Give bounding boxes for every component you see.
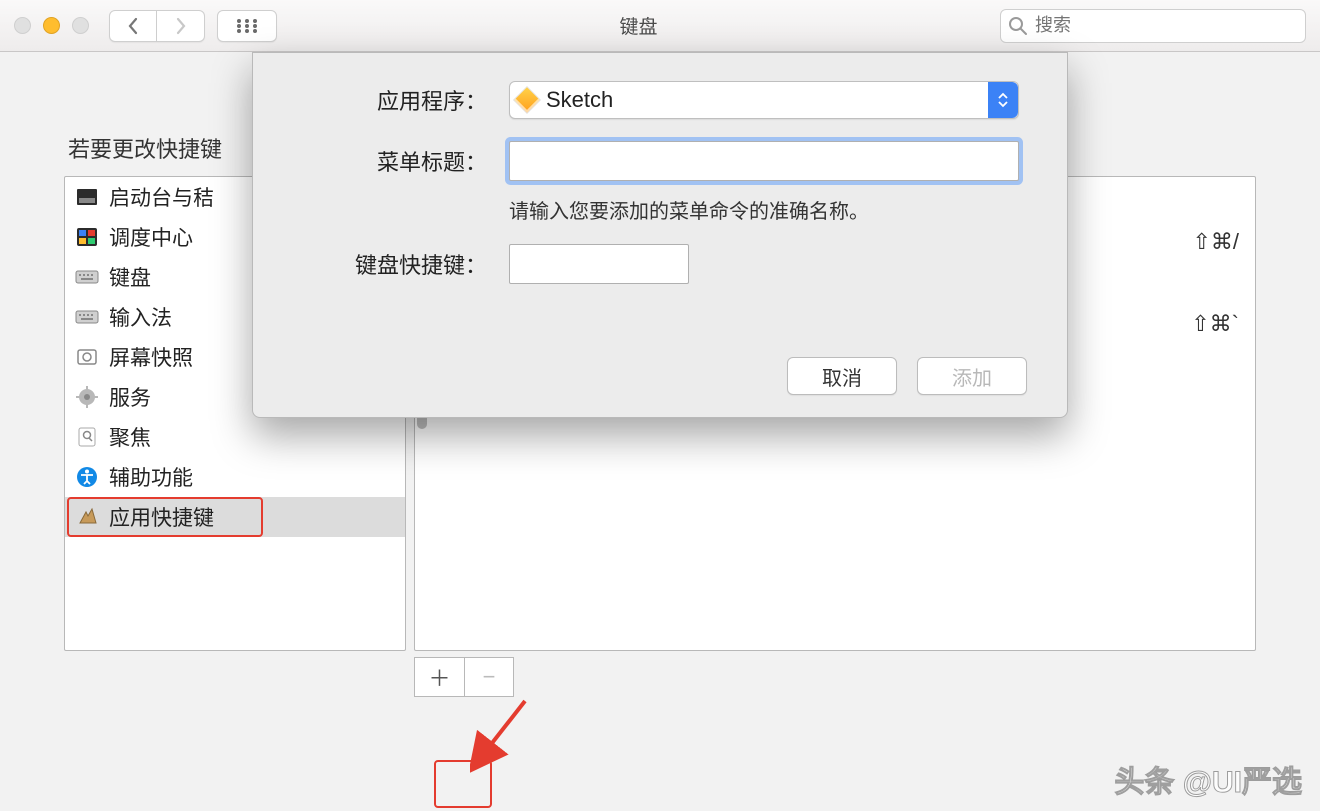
search-input[interactable] (1000, 9, 1306, 43)
input-method-icon (75, 305, 99, 329)
spotlight-icon (75, 425, 99, 449)
sketch-icon (514, 87, 539, 112)
shortcut-value: ⇧⌘/ (1192, 229, 1239, 255)
sidebar-item-label: 服务 (109, 382, 151, 412)
accessibility-icon (75, 465, 99, 489)
app-shortcuts-icon (75, 505, 99, 529)
menu-title-hint: 请输入您要添加的菜单命令的准确名称。 (509, 195, 1019, 224)
remove-shortcut-button[interactable]: − (464, 657, 514, 697)
window-title: 键盘 (277, 12, 1000, 39)
gear-icon (75, 385, 99, 409)
add-remove-buttons: ＋ − (414, 657, 1256, 697)
keyboard-icon (75, 265, 99, 289)
shortcut-value: ⇧⌘` (1191, 311, 1239, 337)
traffic-lights (14, 17, 89, 34)
sidebar-item-spotlight[interactable]: 聚焦 (65, 417, 405, 457)
menu-title-input[interactable] (509, 141, 1019, 181)
sidebar-item-label: 输入法 (109, 302, 172, 332)
mission-control-icon (75, 225, 99, 249)
sidebar-item-label: 辅助功能 (109, 462, 193, 492)
minimize-window[interactable] (43, 17, 60, 34)
back-button[interactable] (109, 10, 157, 42)
cancel-button[interactable]: 取消 (787, 357, 897, 395)
sidebar-item-label: 键盘 (109, 262, 151, 292)
menu-title-label: 菜单标题： (301, 145, 487, 177)
keyboard-shortcut-label: 键盘快捷键： (301, 248, 487, 280)
add-shortcut-sheet: 应用程序： Sketch 菜单标题： 请输入您要添加的菜单命令的准确名称。 键盘… (252, 52, 1068, 418)
popup-arrows-icon (988, 82, 1018, 118)
annotation-highlight-add (434, 760, 492, 808)
forward-button[interactable] (157, 10, 205, 42)
sidebar-item-accessibility[interactable]: 辅助功能 (65, 457, 405, 497)
sidebar-item-label: 调度中心 (109, 222, 193, 252)
annotation-arrow-icon (470, 695, 540, 775)
sidebar-item-app-shortcuts[interactable]: 应用快捷键 (65, 497, 405, 537)
sidebar-item-label: 启动台与秸 (109, 182, 214, 212)
add-shortcut-button[interactable]: ＋ (414, 657, 464, 697)
watermark: 头条 @UI严选 (1114, 757, 1302, 801)
window-titlebar: 键盘 (0, 0, 1320, 52)
nav-buttons (109, 10, 205, 42)
launchpad-icon (75, 185, 99, 209)
sidebar-item-label: 应用快捷键 (109, 502, 214, 532)
application-popup[interactable]: Sketch (509, 81, 1019, 119)
search-field-wrap (1000, 9, 1306, 43)
sidebar-item-label: 屏幕快照 (109, 342, 193, 372)
search-icon (1008, 16, 1028, 42)
sidebar-item-label: 聚焦 (109, 422, 151, 452)
application-value: Sketch (546, 87, 613, 113)
screenshot-icon (75, 345, 99, 369)
add-button[interactable]: 添加 (917, 357, 1027, 395)
close-window[interactable] (14, 17, 31, 34)
application-label: 应用程序： (301, 84, 487, 116)
zoom-window[interactable] (72, 17, 89, 34)
keyboard-shortcut-input[interactable] (509, 244, 689, 284)
all-prefs-button[interactable] (217, 10, 277, 42)
